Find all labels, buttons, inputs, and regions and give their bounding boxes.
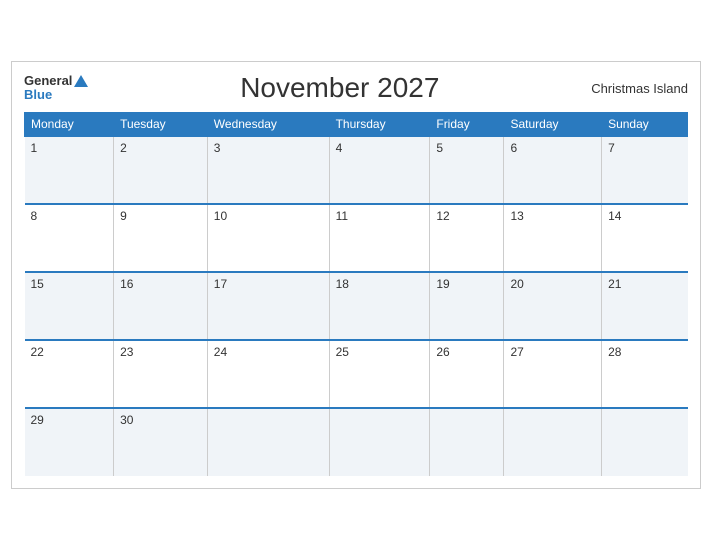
day-number: 15 bbox=[31, 277, 44, 291]
calendar-day-cell: 22 bbox=[25, 340, 114, 408]
day-number: 10 bbox=[214, 209, 227, 223]
calendar-table: Monday Tuesday Wednesday Thursday Friday… bbox=[24, 112, 688, 476]
calendar-day-cell: 8 bbox=[25, 204, 114, 272]
calendar-day-cell: 17 bbox=[207, 272, 329, 340]
day-number: 19 bbox=[436, 277, 449, 291]
calendar-day-cell: 28 bbox=[602, 340, 688, 408]
calendar-day-cell: 4 bbox=[329, 136, 430, 204]
calendar-day-cell: 13 bbox=[504, 204, 602, 272]
col-saturday: Saturday bbox=[504, 113, 602, 137]
day-number: 13 bbox=[510, 209, 523, 223]
logo-general-text: General bbox=[24, 74, 72, 88]
day-number: 23 bbox=[120, 345, 133, 359]
calendar-day-cell: 3 bbox=[207, 136, 329, 204]
calendar-body: 1234567891011121314151617181920212223242… bbox=[25, 136, 688, 476]
day-number: 1 bbox=[31, 141, 38, 155]
calendar-day-cell: 27 bbox=[504, 340, 602, 408]
calendar-day-cell: 15 bbox=[25, 272, 114, 340]
calendar-day-cell: 9 bbox=[114, 204, 208, 272]
day-number: 22 bbox=[31, 345, 44, 359]
day-number: 14 bbox=[608, 209, 621, 223]
month-title: November 2027 bbox=[240, 72, 439, 104]
day-number: 18 bbox=[336, 277, 349, 291]
calendar-day-cell: 19 bbox=[430, 272, 504, 340]
calendar-day-cell: 25 bbox=[329, 340, 430, 408]
calendar-header: General Blue November 2027 Christmas Isl… bbox=[24, 72, 688, 104]
region-label: Christmas Island bbox=[591, 81, 688, 96]
calendar-day-cell bbox=[504, 408, 602, 476]
logo: General Blue bbox=[24, 74, 88, 103]
calendar-day-cell: 20 bbox=[504, 272, 602, 340]
calendar-day-cell: 21 bbox=[602, 272, 688, 340]
day-number: 5 bbox=[436, 141, 443, 155]
day-number: 6 bbox=[510, 141, 517, 155]
day-number: 28 bbox=[608, 345, 621, 359]
day-number: 17 bbox=[214, 277, 227, 291]
calendar-day-cell: 10 bbox=[207, 204, 329, 272]
day-number: 29 bbox=[31, 413, 44, 427]
day-number: 21 bbox=[608, 277, 621, 291]
day-number: 3 bbox=[214, 141, 221, 155]
calendar-header-row: Monday Tuesday Wednesday Thursday Friday… bbox=[25, 113, 688, 137]
calendar-day-cell: 26 bbox=[430, 340, 504, 408]
day-number: 16 bbox=[120, 277, 133, 291]
col-monday: Monday bbox=[25, 113, 114, 137]
calendar-day-cell: 6 bbox=[504, 136, 602, 204]
calendar-day-cell bbox=[430, 408, 504, 476]
day-number: 24 bbox=[214, 345, 227, 359]
calendar-week-row: 15 16 17 18 19 20 21 bbox=[25, 272, 688, 340]
day-number: 26 bbox=[436, 345, 449, 359]
calendar-day-cell: 5 bbox=[430, 136, 504, 204]
calendar-container: General Blue November 2027 Christmas Isl… bbox=[11, 61, 701, 489]
calendar-day-cell: 24 bbox=[207, 340, 329, 408]
calendar-day-cell: 16 bbox=[114, 272, 208, 340]
col-thursday: Thursday bbox=[329, 113, 430, 137]
calendar-day-cell: 29 bbox=[25, 408, 114, 476]
calendar-day-cell: 2 bbox=[114, 136, 208, 204]
calendar-day-cell bbox=[329, 408, 430, 476]
day-number: 11 bbox=[336, 209, 348, 223]
day-number: 20 bbox=[510, 277, 523, 291]
calendar-day-cell: 23 bbox=[114, 340, 208, 408]
calendar-week-row: 8 9 10 11 12 13 14 bbox=[25, 204, 688, 272]
day-number: 7 bbox=[608, 141, 615, 155]
calendar-day-cell: 30 bbox=[114, 408, 208, 476]
col-friday: Friday bbox=[430, 113, 504, 137]
day-number: 8 bbox=[31, 209, 38, 223]
day-number: 9 bbox=[120, 209, 127, 223]
calendar-day-cell: 7 bbox=[602, 136, 688, 204]
col-sunday: Sunday bbox=[602, 113, 688, 137]
day-number: 27 bbox=[510, 345, 523, 359]
col-wednesday: Wednesday bbox=[207, 113, 329, 137]
calendar-day-cell: 14 bbox=[602, 204, 688, 272]
calendar-day-cell: 18 bbox=[329, 272, 430, 340]
day-number: 2 bbox=[120, 141, 127, 155]
logo-triangle-icon bbox=[74, 75, 88, 87]
calendar-week-row: 1 2 3 4 5 6 7 bbox=[25, 136, 688, 204]
col-tuesday: Tuesday bbox=[114, 113, 208, 137]
calendar-week-row: 29 30 bbox=[25, 408, 688, 476]
calendar-day-cell bbox=[602, 408, 688, 476]
calendar-day-cell bbox=[207, 408, 329, 476]
logo-blue-text: Blue bbox=[24, 88, 88, 102]
day-number: 30 bbox=[120, 413, 133, 427]
calendar-week-row: 22 23 24 25 26 27 28 bbox=[25, 340, 688, 408]
day-number: 4 bbox=[336, 141, 343, 155]
day-number: 12 bbox=[436, 209, 449, 223]
calendar-day-cell: 11 bbox=[329, 204, 430, 272]
day-number: 25 bbox=[336, 345, 349, 359]
calendar-day-cell: 1 bbox=[25, 136, 114, 204]
calendar-day-cell: 12 bbox=[430, 204, 504, 272]
